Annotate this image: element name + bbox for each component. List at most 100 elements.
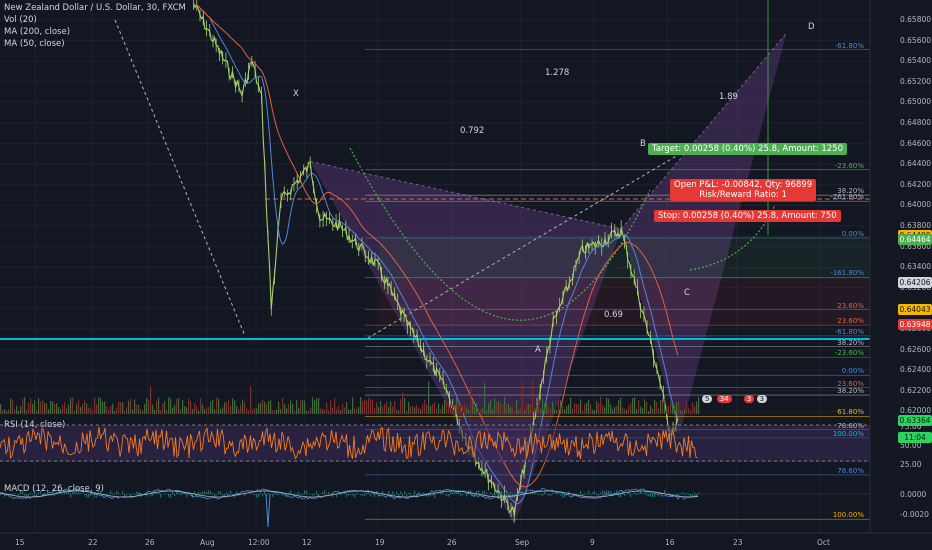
volume-bar: [662, 398, 664, 414]
ma200-legend[interactable]: MA (200, close): [4, 27, 70, 38]
volume-bar: [674, 406, 676, 414]
volume-bar: [642, 408, 644, 414]
macd-histogram-bar: [322, 491, 324, 494]
volume-bar: [172, 407, 174, 414]
volume-bar: [654, 400, 656, 414]
volume-bar: [8, 409, 10, 414]
macd-histogram-bar: [392, 491, 394, 494]
macd-histogram-bar: [430, 494, 432, 497]
volume-bar: [630, 403, 632, 414]
volume-bar: [132, 409, 134, 414]
macd-histogram-bar: [282, 494, 284, 496]
volume-bar: [594, 410, 596, 414]
volume-bar: [26, 410, 28, 414]
rsi-legend[interactable]: RSI (14, close): [4, 420, 65, 431]
price-tick-label: 0.65000: [900, 97, 932, 107]
macd-histogram-bar: [510, 491, 512, 494]
badge-3[interactable]: 3: [743, 395, 755, 403]
chart-canvas[interactable]: [0, 0, 932, 550]
volume-bar: [612, 409, 614, 414]
volume-bar: [504, 397, 506, 414]
time-tick-label: Aug: [200, 538, 215, 547]
event-badges[interactable]: 5 34 3 3: [702, 395, 768, 403]
volume-bar: [252, 409, 254, 414]
price-tag: 0.63948: [898, 319, 932, 331]
stop-label[interactable]: Stop: 0.00258 (0.40%) 25.8, Amount: 750: [654, 210, 841, 222]
volume-bar: [396, 409, 398, 414]
macd-histogram-bar: [422, 492, 424, 494]
volume-bar: [606, 397, 608, 414]
volume-bar: [478, 409, 480, 414]
volume-bar: [672, 403, 674, 414]
badge-1[interactable]: 5: [702, 395, 713, 403]
volume-bar: [102, 401, 104, 414]
macd-histogram-bar: [682, 492, 684, 494]
fib-level-label: -61.80%: [834, 327, 864, 336]
macd-histogram-bar: [130, 494, 132, 497]
target-label[interactable]: Target: 0.00258 (0.40%) 25.8, Amount: 12…: [648, 143, 847, 155]
volume-bar: [286, 408, 288, 414]
volume-bar: [192, 408, 194, 414]
volume-legend[interactable]: Vol (20): [4, 15, 37, 26]
symbol-legend[interactable]: New Zealand Dollar / U.S. Dollar, 30, FX…: [4, 3, 186, 14]
volume-bar: [164, 401, 166, 414]
macd-histogram-bar: [590, 494, 592, 495]
macd-histogram-bar: [486, 492, 488, 494]
macd-histogram-bar: [150, 494, 152, 497]
volume-bar: [604, 407, 606, 414]
volume-bar: [334, 398, 336, 414]
volume-bar: [34, 400, 36, 414]
volume-bar: [366, 400, 368, 414]
macd-histogram-bar: [450, 492, 452, 494]
volume-bar: [76, 404, 78, 414]
macd-histogram-bar: [604, 491, 606, 494]
macd-histogram-bar: [364, 494, 366, 496]
macd-legend[interactable]: MACD (12, 26, close, 9): [4, 484, 104, 495]
volume-bar: [614, 406, 616, 414]
macd-histogram-bar: [180, 494, 182, 496]
macd-histogram-bar: [352, 494, 354, 496]
macd-histogram-bar: [408, 492, 410, 494]
ma50-legend[interactable]: MA (50, close): [4, 39, 65, 50]
volume-bar: [660, 399, 662, 414]
volume-bar: [378, 407, 380, 414]
macd-histogram-bar: [200, 492, 202, 494]
macd-histogram-bar: [602, 490, 604, 494]
fib-level-label: 38.20%: [837, 338, 864, 347]
price-tag: 0.64043: [898, 303, 932, 315]
volume-bar: [526, 404, 528, 414]
price-tick-label: 0.62000: [900, 406, 932, 416]
time-tick-label: 16: [665, 538, 675, 547]
macd-histogram-bar: [370, 494, 372, 497]
volume-bar: [346, 402, 348, 414]
fib-level-label: 23.60%: [837, 301, 864, 310]
time-tick-label: 19: [375, 538, 385, 547]
volume-bar: [52, 401, 54, 414]
macd-histogram-bar: [632, 494, 634, 495]
volume-bar: [290, 400, 292, 414]
volume-bar: [418, 407, 420, 414]
volume-bar: [652, 408, 654, 414]
volume-bar: [424, 399, 426, 414]
volume-bar: [118, 401, 120, 414]
volume-bar: [386, 401, 388, 414]
volume-bar: [420, 409, 422, 414]
macd-histogram-bar: [356, 492, 358, 494]
macd-histogram-bar: [558, 492, 560, 494]
volume-bar: [698, 397, 700, 414]
open-pl-label[interactable]: Open P&L: -0.00842, Qty: 96899 Risk/Rewar…: [670, 179, 817, 201]
volume-bar: [30, 398, 32, 414]
volume-bar: [444, 400, 446, 414]
volume-bar: [528, 404, 530, 414]
volume-bar: [42, 400, 44, 414]
badge-4[interactable]: 3: [756, 395, 768, 403]
volume-bar: [146, 397, 148, 414]
time-tick-label: Sep: [515, 538, 530, 547]
volume-bar: [96, 404, 98, 414]
badge-2[interactable]: 34: [716, 395, 732, 403]
volume-bar: [124, 410, 126, 414]
point-a-label: A: [535, 345, 541, 355]
volume-bar: [380, 401, 382, 414]
macd-histogram-bar: [634, 492, 636, 494]
volume-bar: [204, 409, 206, 414]
